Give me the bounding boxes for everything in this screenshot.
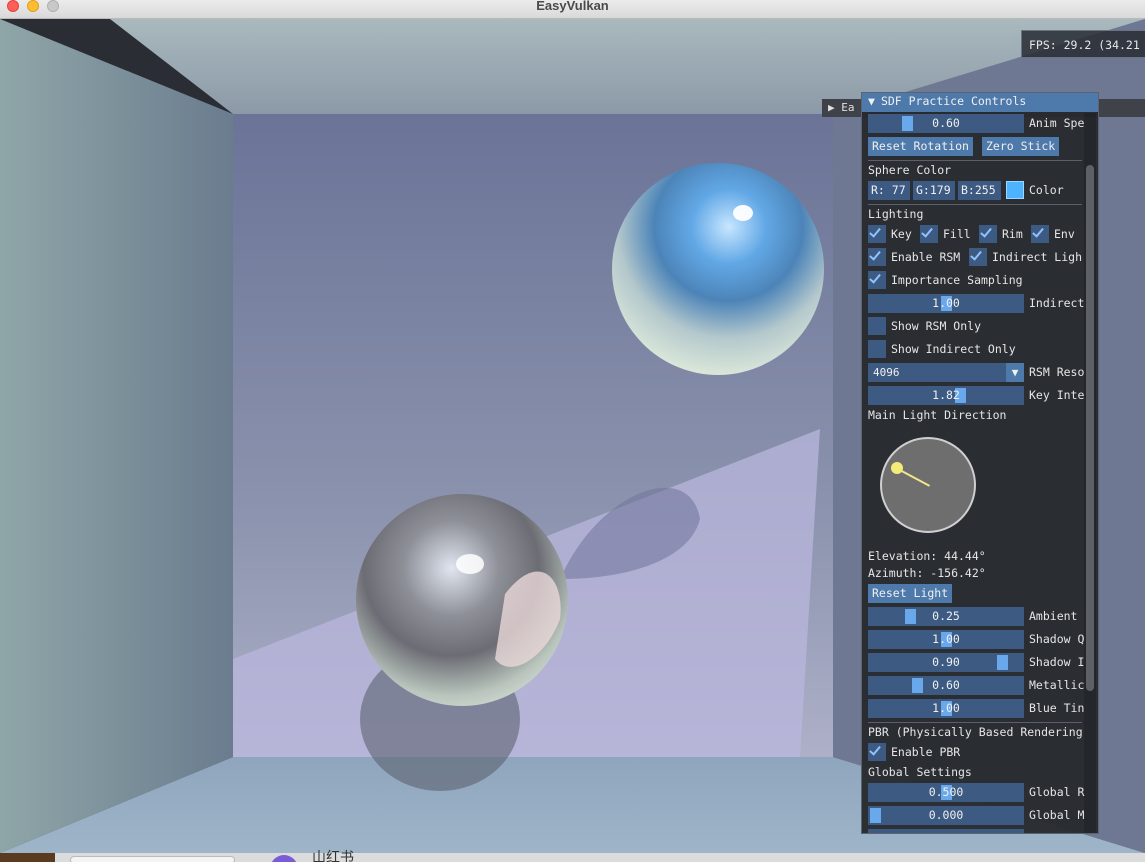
checkmark-icon — [1032, 225, 1044, 238]
lighting-heading: Lighting — [868, 207, 924, 221]
rsm-resolution-value: 4096 — [873, 366, 900, 379]
blue-tint-label: Blue Tin — [1029, 701, 1085, 715]
color-swatch[interactable] — [1006, 181, 1024, 199]
anim-speed-label: Anim Spe — [1029, 116, 1085, 130]
shadow-quality-slider[interactable]: 1.00 — [868, 630, 1024, 649]
metallic-slider[interactable]: 0.60 — [868, 676, 1024, 695]
checkmark-icon — [921, 225, 933, 238]
ambient-label: Ambient — [1029, 609, 1078, 623]
key-light-label: Key — [891, 227, 912, 241]
metallic-label: Metallic — [1029, 678, 1085, 692]
pbr-heading: PBR (Physically Based Rendering — [868, 725, 1083, 739]
checkmark-icon — [970, 248, 982, 261]
key-intensity-value: 1.82 — [932, 388, 960, 402]
rim-light-checkbox[interactable] — [979, 225, 997, 243]
rsm-resolution-label: RSM Reso — [1029, 365, 1085, 379]
partial-slider[interactable] — [868, 829, 1024, 833]
checkmark-icon — [869, 225, 881, 238]
color-label: Color — [1029, 183, 1064, 197]
ambient-slider[interactable]: 0.25 — [868, 607, 1024, 626]
global-roughness-label: Global R — [1029, 785, 1085, 799]
avatar[interactable] — [270, 855, 298, 862]
light-direction-gizmo[interactable] — [880, 437, 976, 533]
blue-tint-slider[interactable]: 1.00 — [868, 699, 1024, 718]
show-rsm-only-checkbox[interactable] — [868, 317, 886, 335]
importance-sampling-checkbox[interactable] — [868, 271, 886, 289]
blue-tint-value: 1.00 — [932, 701, 960, 715]
dropdown-arrow-icon[interactable]: ▼ — [1006, 363, 1024, 382]
shadow-intensity-slider[interactable]: 0.90 — [868, 653, 1024, 672]
scrollbar-thumb[interactable] — [1086, 165, 1094, 691]
key-light-checkbox[interactable] — [868, 225, 886, 243]
anim-speed-slider[interactable]: 0.60 — [868, 114, 1024, 133]
shadow-intensity-value: 0.90 — [932, 655, 960, 669]
global-metallic-label: Global M — [1029, 808, 1085, 822]
app-thumbnail[interactable] — [0, 853, 55, 862]
importance-sampling-label: Importance Sampling — [891, 273, 1023, 287]
shadow-intensity-label: Shadow I — [1029, 655, 1085, 669]
checkmark-icon — [980, 225, 992, 238]
metallic-value: 0.60 — [932, 678, 960, 692]
fps-overlay: FPS: 29.2 (34.21 — [1021, 30, 1145, 58]
window-titlebar: EasyVulkan — [0, 0, 1145, 19]
enable-pbr-checkbox[interactable] — [868, 743, 886, 761]
key-intensity-label: Key Inte — [1029, 388, 1085, 402]
global-metallic-slider[interactable]: 0.000 — [868, 806, 1024, 825]
enable-pbr-label: Enable PBR — [891, 745, 961, 759]
enable-rsm-checkbox[interactable] — [868, 248, 886, 266]
env-light-checkbox[interactable] — [1031, 225, 1049, 243]
taskbar-strip: 山红书 — [0, 850, 1145, 862]
indirect-light-checkbox[interactable] — [969, 248, 987, 266]
rsm-resolution-combo[interactable]: 4096 ▼ — [868, 363, 1024, 382]
light-direction-handle[interactable] — [891, 462, 903, 474]
sphere-color-heading: Sphere Color — [868, 163, 952, 177]
reset-light-button[interactable]: Reset Light — [868, 584, 953, 603]
enable-rsm-label: Enable RSM — [891, 250, 961, 264]
panel-title: SDF Practice Controls — [880, 94, 1027, 108]
global-settings-heading: Global Settings — [868, 765, 972, 779]
zero-stick-button[interactable]: Zero Stick — [982, 137, 1060, 156]
show-indirect-only-label: Show Indirect Only — [891, 342, 1016, 356]
shadow-quality-value: 1.00 — [932, 632, 960, 646]
indirect-light-label: Indirect Ligh — [992, 250, 1083, 264]
indirect-slider[interactable]: 1.00 — [868, 294, 1024, 313]
collapsed-window-label: Ea — [841, 101, 855, 114]
panel-title-bar[interactable]: ▼ SDF Practice Controls — [862, 93, 1098, 112]
taskbar-search-field[interactable] — [70, 856, 235, 862]
show-rsm-only-label: Show RSM Only — [891, 319, 982, 333]
anim-speed-value: 0.60 — [932, 116, 960, 130]
rim-light-label: Rim — [1002, 227, 1023, 241]
indirect-value: 1.00 — [932, 296, 960, 310]
fill-light-checkbox[interactable] — [920, 225, 938, 243]
env-light-label: Env — [1054, 227, 1075, 241]
color-b-field[interactable]: B:255 — [958, 181, 1001, 200]
reset-rotation-button[interactable]: Reset Rotation — [868, 137, 973, 156]
show-indirect-only-checkbox[interactable] — [868, 340, 886, 358]
fill-light-label: Fill — [943, 227, 971, 241]
sdf-controls-panel[interactable]: ▼ SDF Practice Controls 0.60 Anim Spe Res… — [861, 92, 1099, 834]
window-title: EasyVulkan — [536, 0, 609, 13]
color-r-field[interactable]: R: 77 — [868, 181, 910, 200]
global-roughness-value: 0.500 — [928, 785, 964, 799]
global-roughness-slider[interactable]: 0.500 — [868, 783, 1024, 802]
checkmark-icon — [869, 248, 881, 261]
ambient-value: 0.25 — [932, 609, 960, 623]
indirect-label: Indirect — [1029, 296, 1085, 310]
key-intensity-slider[interactable]: 1.82 — [868, 386, 1024, 405]
global-metallic-value: 0.000 — [928, 808, 964, 822]
taskbar-text: 山红书 — [312, 850, 354, 862]
expand-arrow-icon[interactable]: ▶ — [828, 101, 841, 114]
collapse-triangle-icon[interactable]: ▼ — [868, 94, 875, 108]
azimuth-readout: Azimuth: -156.42° — [868, 566, 986, 580]
main-light-direction-heading: Main Light Direction — [868, 408, 1007, 422]
color-g-field[interactable]: G:179 — [913, 181, 955, 200]
shadow-quality-label: Shadow Q — [1029, 632, 1085, 646]
checkmark-icon — [869, 271, 881, 284]
checkmark-icon — [869, 743, 881, 756]
